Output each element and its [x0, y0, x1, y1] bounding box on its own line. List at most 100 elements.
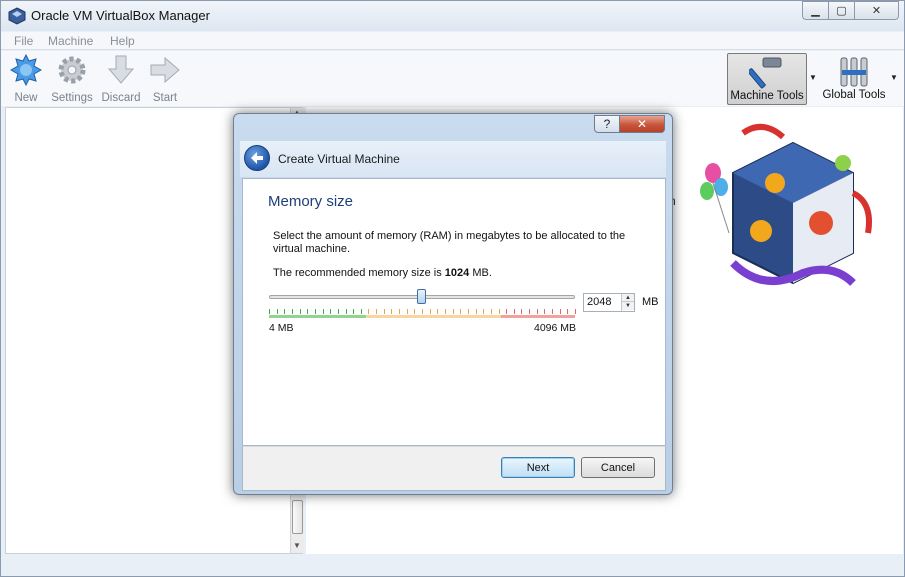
title-bar: Oracle VM VirtualBox Manager ▁ ▢ ✕: [1, 1, 904, 31]
slider-tick: [383, 309, 385, 314]
recommend-value: 1024: [444, 267, 470, 279]
hammer-icon: [749, 57, 782, 89]
slider-tick: [422, 309, 423, 314]
dialog-close-button[interactable]: ✕: [620, 115, 665, 133]
slider-tick: [337, 309, 339, 314]
virtualbox-app-icon: [8, 7, 26, 25]
next-button[interactable]: Next: [501, 457, 575, 478]
minimize-button[interactable]: ▁: [802, 1, 829, 20]
window-title: Oracle VM VirtualBox Manager: [31, 8, 210, 23]
recommended-memory-text: The recommended memory size is 1024 MB.: [273, 267, 492, 279]
slider-tick: [299, 309, 301, 314]
slider-tick: [291, 309, 293, 314]
close-button[interactable]: ✕: [855, 1, 899, 20]
dialog-header: Create Virtual Machine: [240, 141, 666, 177]
slider-tick: [460, 309, 462, 314]
slider-tick: [345, 309, 347, 314]
slider-tick: [360, 309, 362, 314]
slider-tick: [567, 309, 569, 314]
global-tools-dropdown-icon[interactable]: ▼: [890, 73, 898, 82]
slider-tick: [376, 309, 378, 314]
slider-tick: [467, 309, 469, 314]
slider-tick: [559, 309, 561, 314]
back-button[interactable]: [244, 145, 270, 171]
start-label: Start: [152, 92, 178, 104]
settings-button[interactable]: Settings: [50, 54, 94, 104]
menu-file[interactable]: File: [14, 34, 33, 48]
slider-tick: [483, 309, 485, 314]
back-arrow-icon: [251, 152, 263, 164]
slider-tick: [399, 309, 401, 314]
scroll-down-icon[interactable]: ▼: [293, 541, 301, 550]
memory-max-label: 4096 MB: [534, 322, 577, 334]
spin-up-icon[interactable]: ▲: [622, 294, 634, 302]
dialog-help-button[interactable]: ?: [594, 115, 620, 133]
discard-arrow-down-icon: [107, 55, 135, 84]
slider-tick: [490, 309, 492, 314]
menu-bar: File Machine Help: [1, 32, 904, 50]
start-arrow-right-icon: [150, 56, 180, 84]
new-button[interactable]: New: [9, 53, 43, 104]
menu-help[interactable]: Help: [110, 34, 135, 48]
slider-tick: [276, 309, 278, 314]
slider-handle[interactable]: [417, 289, 426, 304]
global-tools-button[interactable]: Global Tools: [821, 53, 887, 105]
machine-tools-button[interactable]: Machine Tools: [727, 53, 807, 105]
slider-tick: [506, 309, 508, 314]
dialog-controls: ? ✕: [594, 115, 665, 133]
maximize-icon: ▢: [836, 5, 847, 17]
settings-label: Settings: [51, 92, 93, 104]
recommend-suffix: MB.: [469, 267, 492, 279]
virtualbox-mascot-illustration: [700, 124, 872, 286]
toolbar: New Settings Discard Start Machine Tools…: [1, 51, 904, 106]
start-button[interactable]: Start: [147, 54, 183, 104]
dialog-title: Create Virtual Machine: [278, 152, 400, 166]
slider-tick: [429, 309, 431, 314]
close-icon: ✕: [636, 117, 648, 131]
slider-tick: [406, 309, 408, 314]
slider-tick: [575, 309, 576, 314]
slider-tick: [437, 309, 439, 314]
slider-tick: [444, 309, 446, 314]
global-tools-icon: [840, 57, 868, 87]
slider-tick: [513, 309, 515, 314]
memory-spinbox[interactable]: 2048 ▲ ▼: [583, 293, 635, 312]
slider-tick: [414, 309, 416, 314]
slider-tick: [368, 309, 370, 314]
memory-min-label: 4 MB: [269, 322, 294, 334]
menu-machine[interactable]: Machine: [48, 34, 93, 48]
cancel-button[interactable]: Cancel: [581, 457, 655, 478]
slider-tick: [544, 309, 546, 314]
page-title: Memory size: [268, 193, 354, 210]
window-controls: ▁ ▢ ✕: [802, 1, 899, 20]
spin-arrows: ▲ ▼: [621, 294, 634, 311]
scrollbar-thumb[interactable]: [292, 500, 303, 534]
status-bar: [1, 556, 904, 576]
memory-slider[interactable]: [269, 289, 576, 319]
dialog-body: Memory size Select the amount of memory …: [242, 178, 666, 446]
slider-tick: [529, 309, 531, 314]
memory-value[interactable]: 2048: [587, 296, 611, 308]
slider-zone-0: [269, 315, 366, 318]
global-tools-label: Global Tools: [822, 89, 886, 101]
slider-tick: [314, 309, 316, 314]
recommend-prefix: The recommended memory size is: [273, 267, 445, 279]
discard-button[interactable]: Discard: [101, 54, 141, 104]
slider-tick: [269, 309, 270, 314]
close-icon: ✕: [871, 5, 882, 17]
gear-icon: [58, 56, 86, 84]
memory-unit: MB: [642, 296, 659, 308]
slider-tick: [353, 309, 355, 314]
new-label: New: [14, 92, 38, 104]
create-vm-dialog: ? ✕ Create Virtual Machine Memory size S…: [233, 113, 673, 495]
slider-zone-2: [500, 315, 575, 318]
minimize-icon: ▁: [811, 5, 820, 17]
new-icon: [9, 53, 43, 87]
discard-label: Discard: [101, 92, 141, 104]
memory-description: Select the amount of memory (RAM) in meg…: [273, 230, 626, 255]
slider-tick: [475, 309, 477, 314]
maximize-button[interactable]: ▢: [829, 1, 855, 20]
machine-tools-dropdown-icon[interactable]: ▼: [809, 73, 817, 82]
slider-tick: [284, 309, 286, 314]
spin-down-icon[interactable]: ▼: [622, 302, 634, 310]
